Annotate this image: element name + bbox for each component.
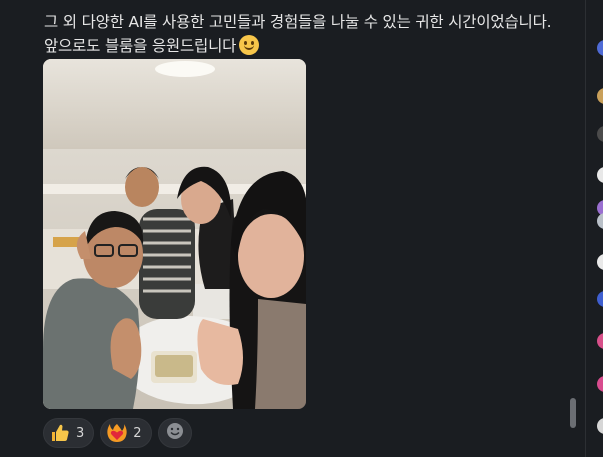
message-line-2-text: 앞으로도 블룸을 응원드립니다	[44, 37, 237, 55]
heart-on-fire-icon	[107, 423, 127, 443]
reaction-thumbs-up[interactable]: 3	[43, 418, 95, 448]
message-item: 그 외 다양한 AI를 사용한 고민들과 경험들을 나눌 수 있는 귀한 시간이…	[0, 0, 566, 457]
thumbs-up-icon	[50, 423, 70, 443]
message-text: 그 외 다양한 AI를 사용한 고민들과 경험들을 나눌 수 있는 귀한 시간이…	[44, 10, 564, 58]
add-reaction-button[interactable]	[157, 418, 192, 448]
reaction-heart-on-fire[interactable]: 2	[100, 418, 152, 448]
reaction-heart-on-fire-count: 2	[133, 425, 142, 441]
reaction-thumbs-up-count: 3	[76, 425, 85, 441]
scrollbar-thumb[interactable]	[570, 398, 576, 428]
group-selfie-image	[43, 59, 306, 409]
attached-photo[interactable]	[43, 59, 306, 409]
message-line-2: 앞으로도 블룸을 응원드립니다	[44, 34, 564, 58]
add-reaction-icon	[166, 422, 184, 444]
scrollbar-track[interactable]	[566, 0, 578, 457]
reaction-bar: 3 2	[43, 418, 192, 448]
slightly-smiling-face-icon	[239, 35, 260, 55]
message-line-1: 그 외 다양한 AI를 사용한 고민들과 경험들을 나눌 수 있는 귀한 시간이…	[44, 13, 552, 31]
